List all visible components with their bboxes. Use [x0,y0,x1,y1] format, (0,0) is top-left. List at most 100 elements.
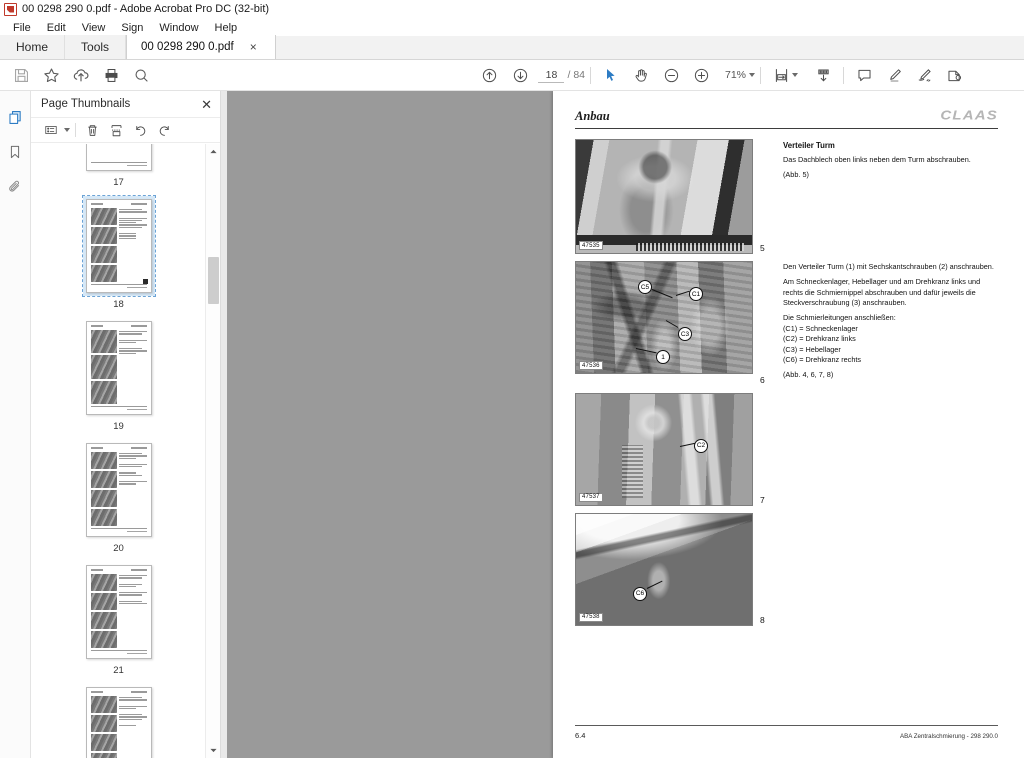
title-bar: 00 0298 290 0.pdf - Adobe Acrobat Pro DC… [0,0,1024,19]
section-text [777,393,998,506]
footer-page-label: 6.4 [575,731,586,740]
thumbnail-item[interactable]: 17 [79,144,159,188]
close-icon[interactable]: ✕ [201,98,212,111]
section-text: Den Verteiler Turm (1) mit Sechskantschr… [777,261,998,386]
figure-reference: (Abb. 5) [783,170,809,180]
menu-help[interactable]: Help [207,22,246,34]
callout-label: C3 [678,327,692,341]
page-thumbnails-icon[interactable] [2,105,28,129]
document-area-edge [221,91,227,758]
delete-pages-icon[interactable] [81,119,104,141]
menu-edit[interactable]: Edit [39,22,74,34]
legend-item: (C3) = Hebellager [783,344,841,354]
thumbnail-page-19[interactable] [83,318,155,418]
figure-number: 5 [760,243,765,253]
stamp-icon[interactable] [939,60,969,90]
document-page-footer: 6.4 ABA Zentralschmierung - 298 290.0 [575,725,998,740]
plus-circle-icon[interactable] [686,60,716,90]
thumbnail-item[interactable]: 19 [79,318,159,432]
hand-icon[interactable] [626,60,656,90]
callout-label: C1 [689,287,703,301]
rotate-counterclockwise-icon[interactable] [129,119,152,141]
chevron-down-icon[interactable] [749,73,755,77]
thumbnail-page-17[interactable] [83,144,155,174]
figure-image-47538: C6 47538 [575,512,753,626]
document-section: C6 47538 8 [575,512,998,626]
thumbnail-list: 17 18 19 20 21 [31,144,206,758]
figure-id-label: 47537 [579,492,603,502]
thumbnail-page-21[interactable] [83,562,155,662]
callout-label: C5 [638,280,652,294]
highlight-icon[interactable] [879,60,909,90]
thumbnail-item[interactable]: 21 [79,562,159,676]
sign-icon[interactable] [909,60,939,90]
thumbnail-page-18[interactable] [81,195,156,297]
figure-number: 6 [760,374,765,385]
menu-sign[interactable]: Sign [113,22,151,34]
figure-column: 47535 [575,139,753,254]
thumbnail-item[interactable]: 22 [79,684,159,758]
claas-logo: CLAAS [940,108,998,123]
main-toolbar: / 84 71% [0,60,1024,91]
scroll-down-icon[interactable] [808,60,838,90]
thumbnail-item[interactable]: 18 [79,195,159,310]
print-icon[interactable] [96,60,126,90]
toolbar-divider-2 [760,66,761,84]
arrow-up-circle-icon[interactable] [474,60,504,90]
save-icon[interactable] [6,60,36,90]
section-paragraph: Den Verteiler Turm (1) mit Sechskantschr… [783,262,994,271]
thumbnail-label: 21 [113,665,124,676]
tab-home[interactable]: Home [0,35,66,59]
star-icon[interactable] [36,60,66,90]
comment-icon[interactable] [849,60,879,90]
menu-view[interactable]: View [74,22,114,34]
tab-tools[interactable]: Tools [65,35,127,59]
bookmark-icon[interactable] [2,140,28,164]
menu-file[interactable]: File [5,22,39,34]
thumbnail-page-22[interactable] [83,684,155,758]
thumbnail-item[interactable]: 20 [79,440,159,554]
footer-document-label: ABA Zentralschmierung - 298 290.0 [899,733,998,740]
legend-item: (C2) = Drehkranz links [783,334,856,344]
arrow-down-circle-icon[interactable] [505,60,535,90]
fit-width-chevron-icon[interactable] [792,73,798,77]
rotate-clockwise-icon[interactable] [153,119,176,141]
search-icon[interactable] [126,60,156,90]
section-paragraph: Die Schmierleitungen anschließen: [783,313,896,323]
legend-item: (C1) = Schneckenlager [783,323,858,333]
extract-pages-icon[interactable] [105,119,128,141]
thumbnail-scrollbar[interactable] [205,144,220,758]
figure-image-47536: C5 C1 C3 1 47536 [575,261,753,374]
toolbar-divider [590,66,591,84]
figure-column: C6 47538 [575,512,753,626]
attachment-icon[interactable] [2,175,28,199]
figure-number: 7 [760,494,765,505]
thumbnail-page-20[interactable] [83,440,155,540]
figure-id-label: 47535 [579,241,603,250]
footer-divider [575,725,998,726]
cursor-arrow-icon[interactable] [596,60,626,90]
figure-reference: (Abb. 4, 6, 7, 8) [783,370,834,380]
scrollbar-thumb[interactable] [208,257,219,304]
document-section: C2 47537 7 [575,392,998,506]
document-view-area[interactable]: Anbau CLAAS 47535 5 Verteiler Turm Das D… [221,91,1024,758]
toolbar-divider-3 [843,66,844,84]
window-title: 00 0298 290 0.pdf - Adobe Acrobat Pro DC… [22,3,270,15]
page-number-input[interactable] [538,67,565,83]
tab-document[interactable]: 00 0298 290 0.pdf × [126,35,277,59]
scroll-up-arrow-icon[interactable] [206,144,221,159]
chevron-down-icon[interactable] [64,128,70,132]
zoom-control[interactable]: 71% [720,69,755,82]
section-heading: Verteiler Turm [783,141,835,150]
menu-window[interactable]: Window [151,22,206,34]
section-paragraph: Am Schneckenlager, Hebellager und am Dre… [783,277,981,308]
callout-label: 1 [656,350,670,364]
thumbnail-options-icon[interactable] [39,119,62,141]
figure-number: 8 [760,614,765,625]
scroll-down-arrow-icon[interactable] [206,743,221,758]
close-icon[interactable]: × [250,41,257,53]
minus-circle-icon[interactable] [656,60,686,90]
section-text [777,513,998,626]
cloud-upload-icon[interactable] [66,60,96,90]
tab-document-label: 00 0298 290 0.pdf [141,41,234,53]
